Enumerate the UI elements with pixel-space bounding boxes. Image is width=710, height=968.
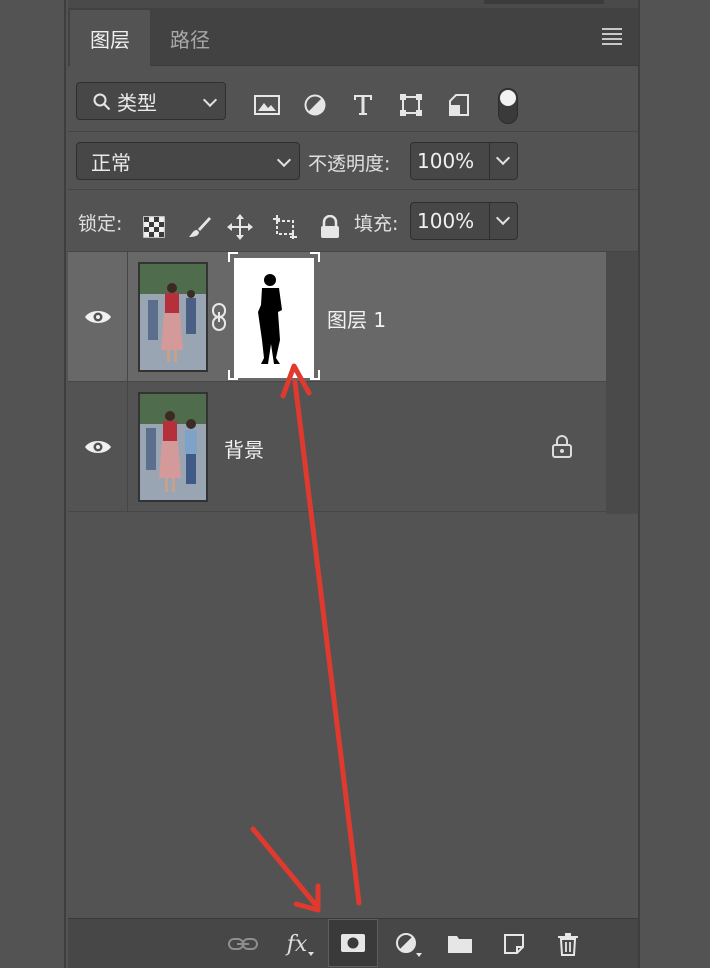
app-frame: 图层 路径 类型 正常 不透明度: 100% 锁定: 填充: 100% 图层 1… xyxy=(0,0,710,968)
panel-tabbar: 图层 路径 xyxy=(68,8,638,66)
mask-frame-corner xyxy=(310,370,320,380)
blend-row: 正常 不透明度: 100% xyxy=(68,132,638,190)
adjustment-filter-icon[interactable] xyxy=(302,92,328,118)
fill-field[interactable]: 100% xyxy=(410,202,518,240)
lock-image-pixels-icon[interactable] xyxy=(187,214,213,240)
filter-row: 类型 xyxy=(68,66,638,132)
search-icon xyxy=(93,92,111,111)
new-layer-icon[interactable] xyxy=(499,929,529,959)
filter-toggle[interactable] xyxy=(498,88,518,124)
link-layers-icon[interactable] xyxy=(228,929,258,959)
layer-thumbnail[interactable] xyxy=(138,392,208,502)
layers-bottom-bar: fx xyxy=(68,918,638,968)
tab-paths[interactable]: 路径 xyxy=(150,10,230,66)
eye-icon[interactable] xyxy=(84,437,112,457)
mask-link-icon[interactable] xyxy=(210,302,228,332)
lock-label: 锁定: xyxy=(78,213,123,235)
layer-name[interactable]: 背景 xyxy=(224,434,264,463)
layers-scrollbar[interactable] xyxy=(606,252,638,514)
right-panel-strip xyxy=(638,0,710,968)
fill-value: 100% xyxy=(417,209,475,233)
top-edge xyxy=(68,0,638,8)
lock-row: 锁定: 填充: 100% xyxy=(68,190,638,252)
image-filter-icon[interactable] xyxy=(254,92,280,118)
mask-frame-corner xyxy=(228,252,238,262)
filter-kind-label: 类型 xyxy=(117,90,157,115)
fx-icon[interactable]: fx xyxy=(282,929,314,959)
chevron-down-icon xyxy=(276,152,292,168)
lock-transparent-pixels-icon[interactable] xyxy=(141,214,167,240)
add-mask-button[interactable] xyxy=(328,919,378,967)
opacity-label: 不透明度: xyxy=(308,153,391,175)
smart-object-filter-icon[interactable] xyxy=(446,92,472,118)
fx-label: fx xyxy=(286,931,308,957)
shape-filter-icon[interactable] xyxy=(398,92,424,118)
layer-mask-thumbnail[interactable] xyxy=(234,258,314,378)
chevron-down-icon[interactable] xyxy=(489,203,517,239)
new-adjustment-icon[interactable] xyxy=(393,929,423,959)
layers-list: 图层 1 背景 xyxy=(68,252,638,920)
blend-mode-dropdown[interactable]: 正常 xyxy=(76,142,300,180)
layer-thumbnail[interactable] xyxy=(138,262,208,372)
delete-icon[interactable] xyxy=(553,929,583,959)
layer-name[interactable]: 图层 1 xyxy=(327,304,386,333)
mask-frame-corner xyxy=(310,252,320,262)
left-panel-strip xyxy=(0,0,66,968)
new-group-icon[interactable] xyxy=(445,929,475,959)
lock-all-icon[interactable] xyxy=(317,214,343,240)
lock-artboard-icon[interactable] xyxy=(272,214,298,240)
type-filter-icon[interactable] xyxy=(350,92,376,118)
mask-frame-corner xyxy=(228,370,238,380)
layers-panel: 图层 路径 类型 正常 不透明度: 100% 锁定: 填充: 100% 图层 1… xyxy=(68,8,638,968)
layer-row-background[interactable]: 背景 xyxy=(68,382,606,512)
fill-label: 填充: xyxy=(354,213,399,235)
chevron-down-icon[interactable] xyxy=(489,143,517,179)
layer-row-layer1[interactable]: 图层 1 xyxy=(68,252,606,382)
lock-position-icon[interactable] xyxy=(227,214,253,240)
add-mask-icon xyxy=(341,934,365,952)
eye-icon[interactable] xyxy=(84,307,112,327)
tab-layers[interactable]: 图层 xyxy=(70,10,150,66)
opacity-field[interactable]: 100% xyxy=(410,142,518,180)
lock-icon[interactable] xyxy=(551,434,573,458)
filter-kind-dropdown[interactable]: 类型 xyxy=(76,82,226,120)
visibility-column xyxy=(68,252,128,382)
chevron-down-icon xyxy=(202,92,218,108)
opacity-value: 100% xyxy=(417,149,475,173)
panel-menu-icon[interactable] xyxy=(602,28,622,45)
blend-mode-value: 正常 xyxy=(91,150,131,175)
visibility-column xyxy=(68,382,128,512)
